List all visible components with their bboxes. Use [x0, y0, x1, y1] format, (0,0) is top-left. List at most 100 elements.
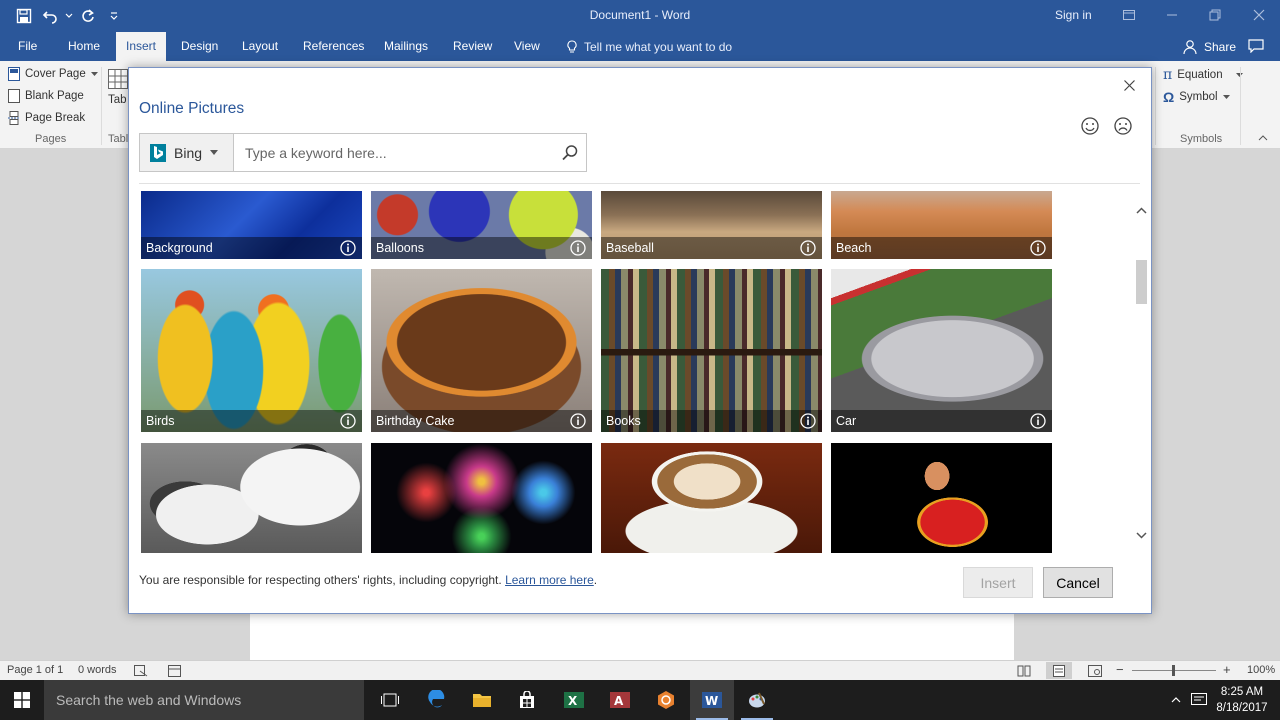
chevron-up-icon: [1171, 697, 1181, 703]
category-tile-balloons[interactable]: Balloons: [371, 191, 592, 259]
sign-in-link[interactable]: Sign in: [1055, 8, 1092, 22]
taskbar-paint[interactable]: [735, 680, 779, 720]
category-tile-fireworks[interactable]: [371, 443, 592, 553]
category-tile-birthday-cake[interactable]: Birthday Cake: [371, 269, 592, 432]
search-icon[interactable]: [560, 143, 580, 163]
tab-view[interactable]: View: [504, 32, 550, 61]
web-layout-icon[interactable]: [1088, 665, 1102, 677]
tab-design[interactable]: Design: [171, 32, 228, 61]
insert-button[interactable]: Insert: [963, 567, 1033, 598]
info-icon[interactable]: [800, 240, 816, 256]
info-icon[interactable]: [1030, 413, 1046, 429]
word-icon: W: [702, 692, 722, 708]
zoom-level[interactable]: 100%: [1247, 664, 1275, 676]
restore-button[interactable]: [1203, 4, 1227, 26]
zoom-slider-thumb[interactable]: [1172, 665, 1175, 676]
proofing-icon[interactable]: [134, 665, 148, 677]
system-clock[interactable]: 8:25 AM 8/18/2017: [1212, 684, 1272, 716]
zoom-in-button[interactable]: +: [1223, 662, 1231, 677]
omega-icon: Ω: [1163, 89, 1175, 105]
collapse-ribbon-icon[interactable]: [1258, 135, 1268, 141]
cancel-button[interactable]: Cancel: [1043, 567, 1113, 598]
scroll-up-icon[interactable]: [1133, 205, 1150, 217]
taskbar-access[interactable]: A: [598, 680, 642, 720]
svg-text:A: A: [614, 694, 624, 708]
frown-feedback-icon[interactable]: [1113, 116, 1133, 136]
category-tile-background[interactable]: Background: [141, 191, 362, 259]
pi-icon: π: [1163, 67, 1173, 83]
symbol-button[interactable]: Ω Symbol: [1163, 89, 1230, 105]
tell-me-box[interactable]: Tell me what you want to do: [566, 40, 732, 54]
taskbar-search-box[interactable]: Search the web and Windows: [44, 680, 364, 720]
category-tile-beach[interactable]: Beach: [831, 191, 1052, 259]
taskbar-store[interactable]: [505, 680, 549, 720]
category-tile-birds[interactable]: Birds: [141, 269, 362, 432]
zoom-out-button[interactable]: −: [1116, 662, 1124, 677]
tab-insert[interactable]: Insert: [116, 32, 167, 61]
tab-home[interactable]: Home: [58, 32, 110, 61]
page-break-button[interactable]: Page Break: [8, 111, 85, 125]
cover-page-button[interactable]: Cover Page: [8, 67, 98, 81]
smile-feedback-icon[interactable]: [1080, 116, 1100, 136]
info-icon[interactable]: [340, 240, 356, 256]
birds-image: [141, 269, 362, 432]
minimize-button[interactable]: [1160, 4, 1184, 26]
taskbar-file-explorer[interactable]: [460, 680, 504, 720]
ribbon-display-options-button[interactable]: [1117, 4, 1141, 26]
read-mode-icon[interactable]: [1017, 665, 1031, 677]
category-tile-car[interactable]: Car: [831, 269, 1052, 432]
tab-mailings[interactable]: Mailings: [374, 32, 438, 61]
folder-icon: [473, 694, 491, 707]
tab-layout[interactable]: Layout: [232, 32, 288, 61]
start-button[interactable]: [0, 680, 44, 720]
blank-page-icon: [8, 89, 20, 103]
share-label: Share: [1204, 40, 1237, 54]
info-icon[interactable]: [800, 413, 816, 429]
taskbar-word[interactable]: W: [690, 680, 734, 720]
search-source-dropdown[interactable]: Bing: [140, 134, 234, 171]
info-icon[interactable]: [340, 413, 356, 429]
dialog-close-button[interactable]: [1119, 75, 1139, 95]
category-tile-cats[interactable]: [141, 443, 362, 553]
table-button[interactable]: Tab: [108, 69, 128, 106]
action-center-button[interactable]: [1188, 680, 1210, 720]
keyword-search-input[interactable]: [235, 134, 551, 171]
page-count[interactable]: Page 1 of 1: [7, 664, 63, 676]
taskbar-excel[interactable]: X: [552, 680, 596, 720]
tab-review[interactable]: Review: [443, 32, 502, 61]
show-hidden-icons-button[interactable]: [1166, 680, 1186, 720]
taskbar-edge[interactable]: [415, 680, 459, 720]
tab-file[interactable]: File: [8, 32, 47, 61]
comments-button[interactable]: [1248, 39, 1264, 56]
scrollbar-thumb[interactable]: [1136, 260, 1147, 304]
close-window-button[interactable]: [1247, 4, 1271, 26]
learn-more-link[interactable]: Learn more here: [505, 573, 594, 587]
category-tile-baseball[interactable]: Baseball: [601, 191, 822, 259]
cover-page-icon: [8, 67, 20, 81]
birthday-cake-image: [371, 269, 592, 432]
equation-button[interactable]: π Equation: [1163, 67, 1243, 83]
tile-caption: Books: [601, 410, 822, 432]
word-count[interactable]: 0 words: [78, 664, 117, 676]
tab-references[interactable]: References: [293, 32, 374, 61]
share-button[interactable]: Share: [1182, 39, 1236, 55]
info-icon[interactable]: [570, 240, 586, 256]
bing-logo-icon: [150, 143, 166, 162]
blank-page-button[interactable]: Blank Page: [8, 89, 84, 103]
chevron-down-icon: [210, 150, 219, 155]
print-layout-button[interactable]: [1046, 662, 1072, 679]
category-tile-dance[interactable]: [831, 443, 1052, 553]
results-scrollbar[interactable]: [1133, 203, 1150, 553]
category-tile-books[interactable]: Books: [601, 269, 822, 432]
comment-icon: [1248, 39, 1264, 54]
scroll-down-icon[interactable]: [1133, 529, 1150, 541]
category-tile-coffee[interactable]: [601, 443, 822, 553]
status-bar: Page 1 of 1 0 words − + 100%: [0, 660, 1280, 680]
store-icon: [520, 691, 534, 708]
chevron-down-icon: [90, 71, 98, 76]
task-view-button[interactable]: [368, 680, 412, 720]
info-icon[interactable]: [570, 413, 586, 429]
taskbar-app-orange[interactable]: [644, 680, 688, 720]
macro-record-icon[interactable]: [168, 665, 181, 677]
info-icon[interactable]: [1030, 240, 1046, 256]
